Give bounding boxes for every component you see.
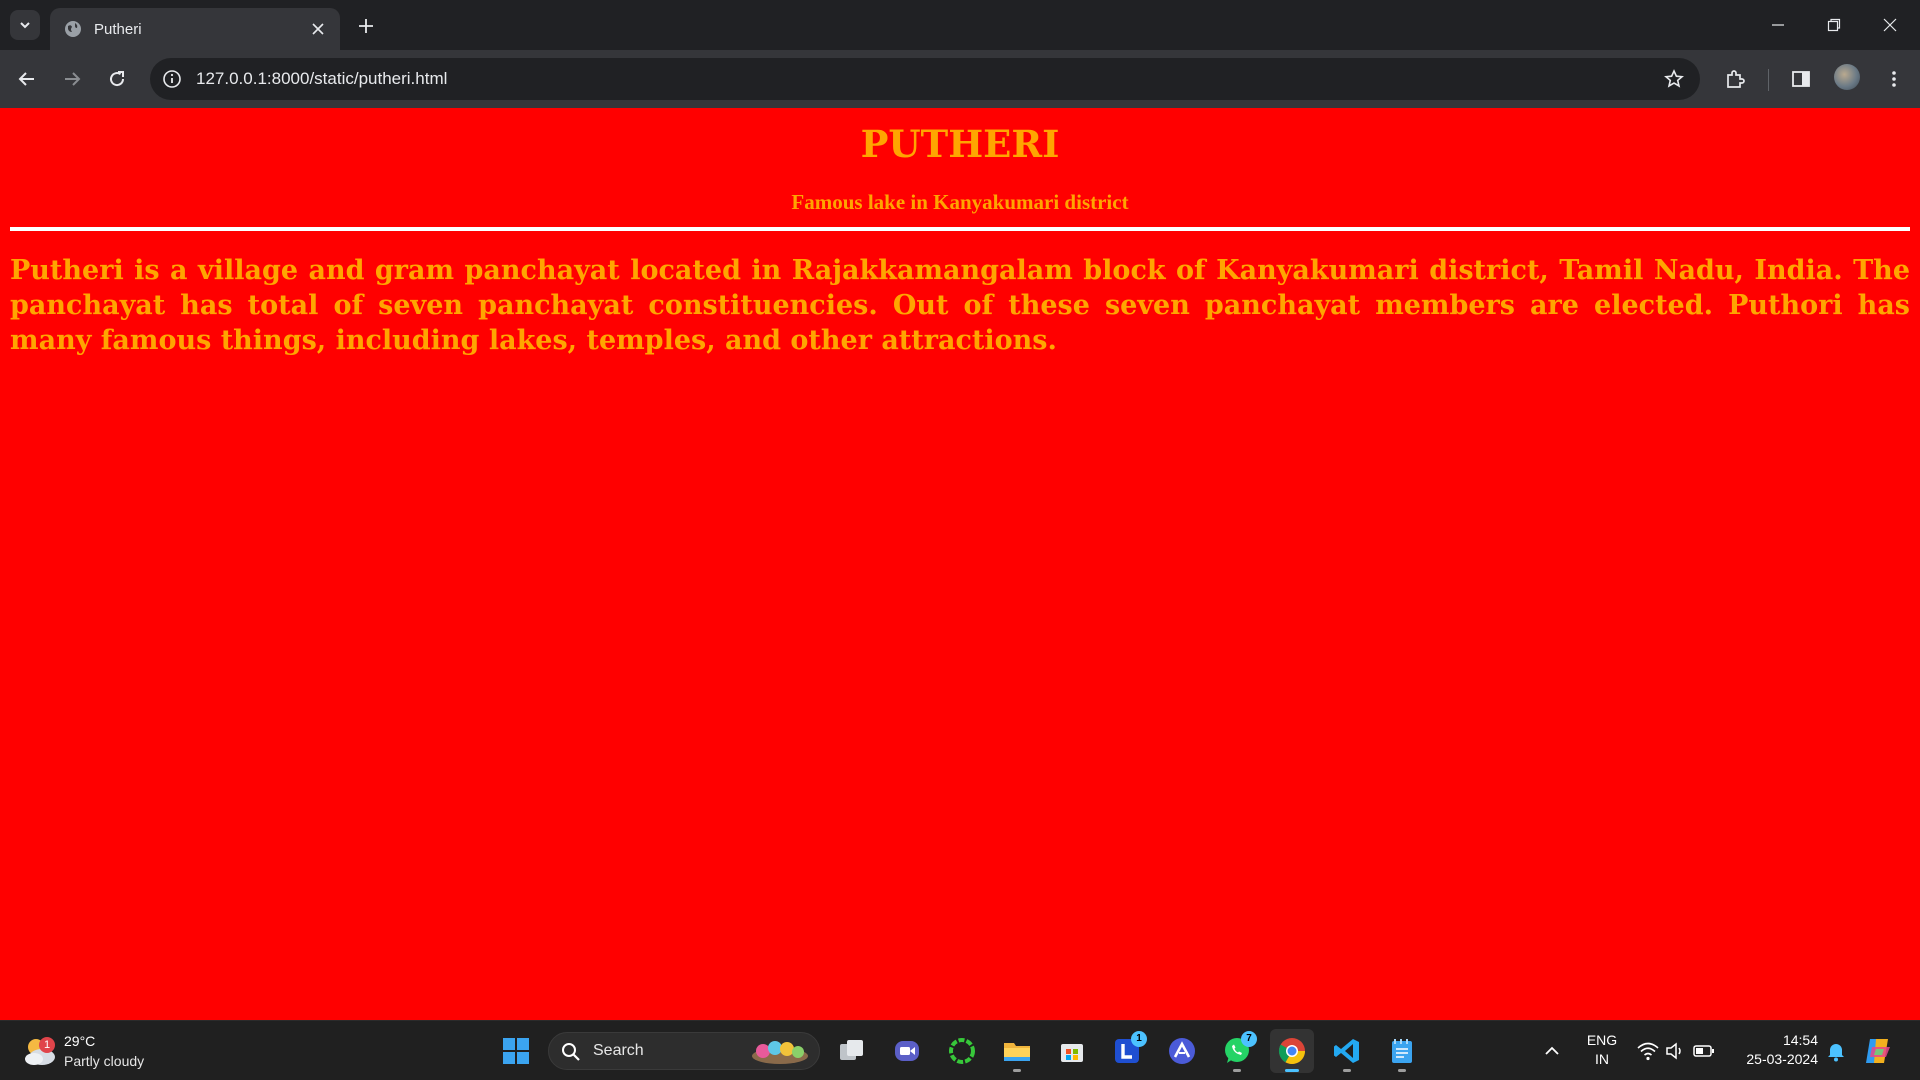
taskbar-app-store[interactable] <box>1050 1029 1094 1073</box>
taskbar: 1 29°C Partly cloudy Search 1 7 ENG IN 1… <box>0 1020 1920 1080</box>
running-indicator <box>1398 1069 1406 1072</box>
arrow-left-icon <box>18 72 34 86</box>
close-icon <box>312 23 324 35</box>
taskbar-app-chrome[interactable] <box>1270 1029 1314 1073</box>
minimize-icon <box>1772 24 1784 26</box>
search-label: Search <box>593 1042 644 1059</box>
taskbar-app-l[interactable]: 1 <box>1105 1029 1149 1073</box>
plus-icon <box>359 19 373 33</box>
tab-title: Putheri <box>94 20 142 38</box>
running-indicator <box>1343 1069 1351 1072</box>
volume-icon <box>1666 1042 1681 1060</box>
back-button[interactable] <box>11 63 43 95</box>
taskbar-search[interactable]: Search <box>548 1032 820 1070</box>
taskbar-app-file-explorer[interactable] <box>995 1029 1039 1073</box>
triangle-app-icon <box>1169 1038 1195 1064</box>
close-window-button[interactable] <box>1862 0 1918 50</box>
taskbar-app-task-view[interactable] <box>830 1029 874 1073</box>
wifi-icon <box>1637 1042 1659 1061</box>
notification-badge: 1 <box>1131 1031 1147 1047</box>
language-code: ENG <box>1586 1032 1618 1048</box>
windows-start-icon <box>503 1038 529 1064</box>
browser-tab-active[interactable]: Putheri <box>50 8 340 50</box>
browser-toolbar: 127.0.0.1:8000/static/putheri.html <box>0 50 1920 108</box>
taskbar-app-green-ring[interactable] <box>940 1029 984 1073</box>
profile-avatar[interactable] <box>1834 64 1860 90</box>
weather-temperature: 29°C <box>64 1033 96 1049</box>
region-code: IN <box>1595 1051 1609 1067</box>
running-indicator <box>1285 1069 1299 1072</box>
page-viewport: PUTHERI Famous lake in Kanyakumari distr… <box>0 108 1920 1020</box>
vscode-icon <box>1334 1039 1359 1063</box>
arrow-right-icon <box>65 72 81 86</box>
green-ring-icon <box>949 1038 975 1064</box>
restore-button[interactable] <box>1806 0 1862 50</box>
weather-alert-badge: 1 <box>39 1037 55 1053</box>
taskbar-app-meet[interactable] <box>885 1029 929 1073</box>
start-button[interactable] <box>494 1029 538 1073</box>
puzzle-icon <box>1727 70 1745 88</box>
running-indicator <box>1233 1069 1241 1072</box>
video-meet-icon <box>895 1041 919 1061</box>
input-language[interactable]: ENG IN <box>1580 1031 1624 1069</box>
bell-icon[interactable] <box>1824 1039 1848 1063</box>
new-tab-button[interactable] <box>352 12 380 40</box>
restore-icon <box>1827 18 1841 32</box>
browser-menu-button[interactable] <box>1878 63 1910 95</box>
store-icon <box>1061 1044 1083 1062</box>
forward-button[interactable] <box>56 63 88 95</box>
taskbar-app-notepad[interactable] <box>1380 1029 1424 1073</box>
task-view-icon <box>840 1040 863 1060</box>
reload-button[interactable] <box>101 63 133 95</box>
copilot-icon[interactable] <box>1862 1035 1894 1067</box>
close-icon <box>1883 18 1897 32</box>
address-bar[interactable]: 127.0.0.1:8000/static/putheri.html <box>150 58 1700 100</box>
chevron-up-icon[interactable] <box>1540 1039 1564 1063</box>
close-tab-button[interactable] <box>306 17 330 41</box>
clock[interactable]: 14:54 25-03-2024 <box>1726 1031 1818 1069</box>
address-bar-url: 127.0.0.1:8000/static/putheri.html <box>196 69 448 88</box>
clock-date: 25-03-2024 <box>1746 1051 1818 1067</box>
browser-tab-strip: Putheri <box>0 0 1920 50</box>
horizontal-rule <box>10 227 1910 231</box>
chrome-icon <box>1278 1038 1306 1065</box>
taskbar-app-vscode[interactable] <box>1325 1029 1369 1073</box>
page-body-text: Putheri is a village and gram panchayat … <box>10 255 1910 356</box>
toolbar-divider <box>1768 69 1769 91</box>
taskbar-app-triangle[interactable] <box>1160 1029 1204 1073</box>
minimize-button[interactable] <box>1750 0 1806 50</box>
weather-condition: Partly cloudy <box>64 1053 145 1069</box>
notepad-icon <box>1392 1039 1412 1063</box>
search-highlight-icon <box>752 1041 808 1064</box>
tab-search-button[interactable] <box>10 10 40 40</box>
weather-widget[interactable]: 1 29°C Partly cloudy <box>22 1029 172 1073</box>
bookmark-star-icon[interactable] <box>1662 67 1686 91</box>
extensions-button[interactable] <box>1719 63 1751 95</box>
side-panel-icon <box>1792 71 1810 87</box>
search-icon <box>562 1043 580 1061</box>
quick-settings[interactable] <box>1636 1039 1716 1063</box>
notification-badge: 7 <box>1241 1031 1257 1047</box>
chevron-down-icon <box>20 22 30 29</box>
site-info-icon[interactable] <box>160 67 184 91</box>
side-panel-button[interactable] <box>1785 63 1817 95</box>
reload-icon <box>110 71 125 87</box>
clock-time: 14:54 <box>1782 1032 1818 1048</box>
running-indicator <box>1013 1069 1021 1072</box>
folder-icon <box>1004 1043 1030 1061</box>
taskbar-app-whatsapp[interactable]: 7 <box>1215 1029 1259 1073</box>
battery-icon <box>1693 1045 1714 1057</box>
page-subtitle: Famous lake in Kanyakumari district <box>791 190 1129 214</box>
globe-icon <box>64 20 82 38</box>
more-vertical-icon <box>1892 71 1896 87</box>
page-title: PUTHERI <box>860 122 1060 166</box>
